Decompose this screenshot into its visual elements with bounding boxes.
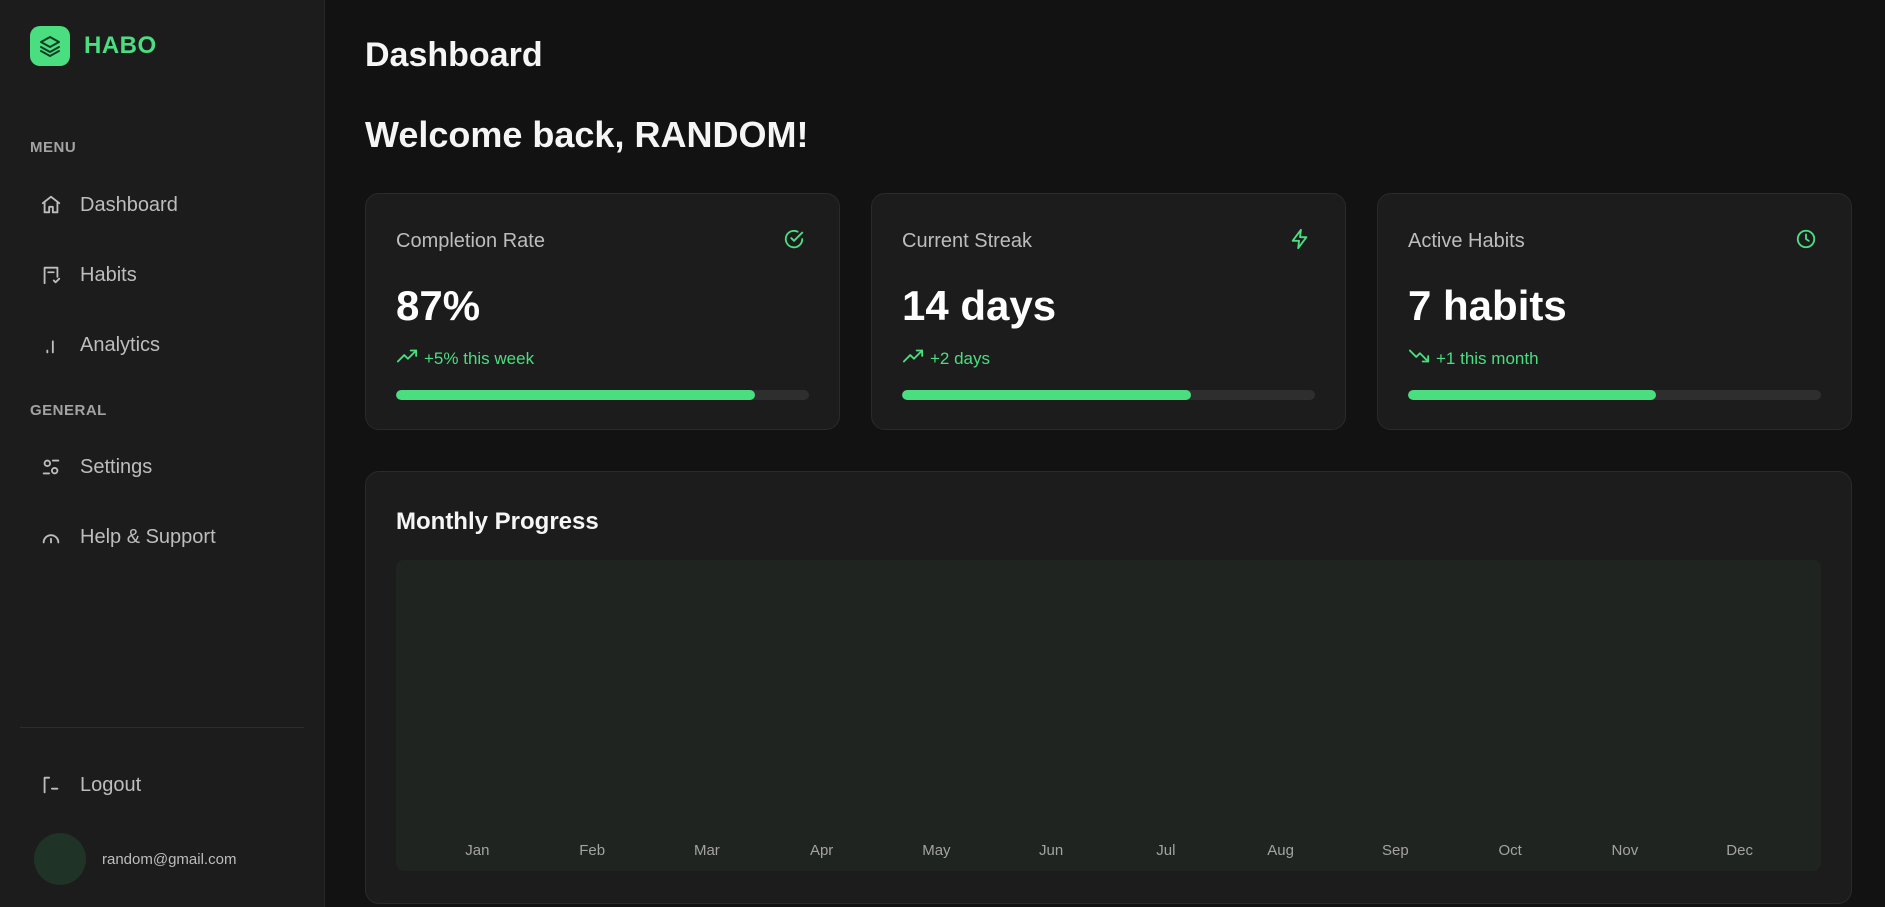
clock-icon [1795,228,1817,250]
progress-fill [1408,390,1656,400]
sidebar-item-help[interactable]: Help & Support [30,513,300,561]
month-label: Jun [1039,842,1064,859]
sidebar-item-label: Habits [80,263,137,286]
logout-label: Logout [80,773,142,796]
month-label: Nov [1611,842,1639,859]
trending-up-icon [902,348,924,369]
month-label: Jul [1156,842,1176,859]
trending-up-icon [396,348,418,369]
sidebar: HABO MENU Dashboard Habits Analytics GEN… [0,0,325,907]
sidebar-item-label: Analytics [80,333,161,356]
month-label: Feb [579,842,606,859]
lightning-icon [1289,228,1311,250]
avatar [34,833,86,885]
month-label: May [922,842,951,859]
general-section-label: GENERAL [30,402,107,419]
stat-trend-text: +2 days [930,348,991,368]
stat-card-active-habits: Active Habits 7 habits +1 this month [1377,193,1852,430]
sidebar-item-label: Dashboard [80,193,178,216]
main-content: Dashboard Welcome back, RANDOM! Completi… [325,0,1885,907]
sidebar-divider [20,727,304,728]
brand[interactable]: HABO [30,26,157,66]
settings-icon [40,456,62,478]
stat-label: Active Habits [1408,230,1525,252]
stat-label: Completion Rate [396,230,545,252]
analytics-icon [40,334,62,356]
progress-fill [396,390,756,400]
brand-name: HABO [84,32,157,59]
stat-label: Current Streak [902,230,1033,252]
month-label: Apr [809,842,834,859]
sidebar-item-settings[interactable]: Settings [30,443,300,491]
month-label: Oct [1498,842,1522,859]
sidebar-item-label: Help & Support [80,525,216,548]
monthly-progress-title: Monthly Progress [396,508,599,535]
stat-value: 14 days [902,282,1057,329]
progress-bar [902,390,1315,400]
check-circle-icon [783,228,805,250]
month-label: Mar [693,842,720,859]
month-axis: Jan Feb Mar Apr May Jun Jul Aug Sep Oct Nov Dec [396,842,1821,859]
stat-trend-text: +5% this week [424,348,535,368]
stat-card-current-streak: Current Streak 14 days +2 days [871,193,1346,430]
logout-button[interactable]: Logout [30,761,300,809]
user-profile[interactable]: random@gmail.com [34,833,236,885]
user-email: random@gmail.com [102,850,237,868]
month-label: Jan [465,842,490,859]
stat-trend: +1 this month [1408,348,1539,369]
stat-trend: +5% this week [396,348,534,369]
app-root: HABO MENU Dashboard Habits Analytics GEN… [0,0,1885,907]
page-title: Dashboard [365,36,543,74]
stat-value: 87% [396,282,481,329]
progress-bar [396,390,809,400]
home-icon [40,194,62,216]
month-label: Aug [1267,842,1294,859]
monthly-progress-chart: Jan Feb Mar Apr May Jun Jul Aug Sep Oct Nov Dec [396,560,1821,871]
layers-icon [30,26,70,66]
sidebar-item-habits[interactable]: Habits [30,251,300,299]
menu-section-label: MENU [30,139,77,156]
trending-down-icon [1408,348,1430,369]
month-label: Dec [1726,842,1753,859]
stat-value: 7 habits [1408,282,1567,329]
help-icon [40,526,62,548]
progress-fill [902,390,1192,400]
sidebar-item-analytics[interactable]: Analytics [30,321,300,369]
sidebar-item-label: Settings [80,455,153,478]
month-label: Sep [1382,842,1409,859]
progress-bar [1408,390,1821,400]
stat-trend-text: +1 this month [1436,348,1539,368]
stat-card-completion-rate: Completion Rate 87% +5% this week [365,193,840,430]
stats-cards: Completion Rate 87% +5% this week Curren… [365,193,1852,430]
stat-trend: +2 days [902,348,990,369]
logout-icon [40,774,62,796]
monthly-progress-card: Monthly Progress Jan Feb Mar Apr May Jun Jul Au… [365,471,1852,904]
welcome-heading: Welcome back, RANDOM! [365,114,809,155]
sidebar-item-dashboard[interactable]: Dashboard [30,181,300,229]
habits-icon [40,264,62,286]
